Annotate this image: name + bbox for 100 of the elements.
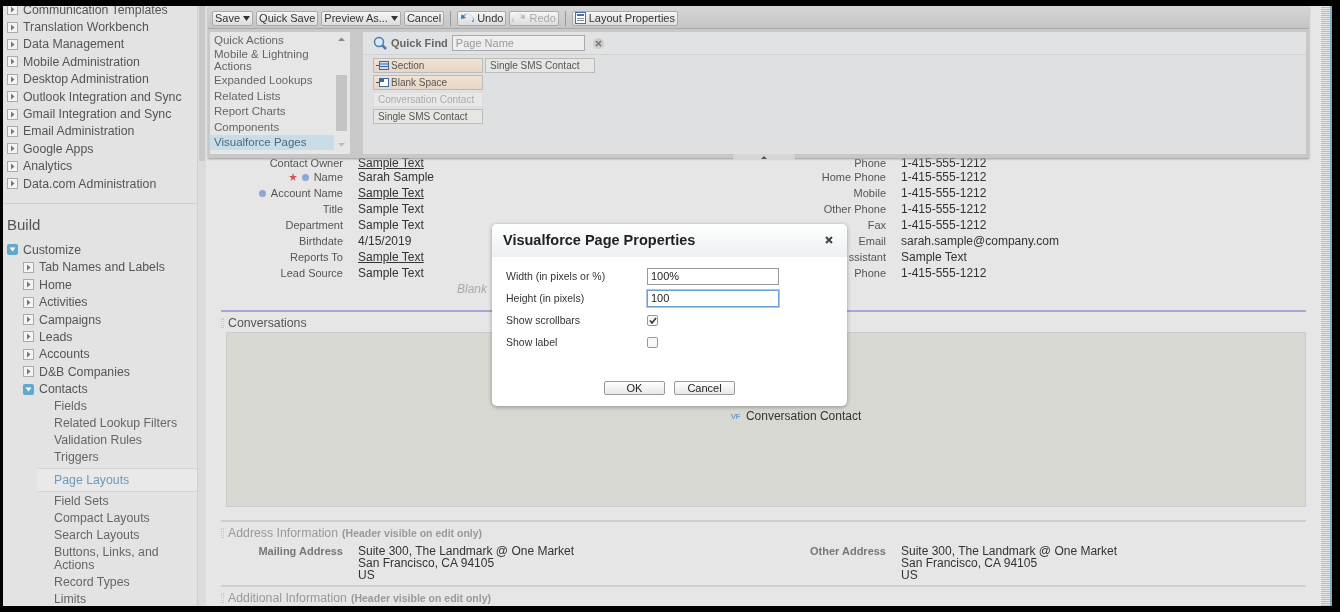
tree-item-label[interactable]: Analytics bbox=[23, 159, 73, 174]
toolbar-button[interactable]: Undo bbox=[457, 10, 507, 26]
tree-item-label[interactable]: Activities bbox=[39, 295, 88, 310]
tree-item-label[interactable]: Mobile Administration bbox=[23, 54, 140, 69]
field-label: Phone bbox=[854, 158, 886, 169]
tree-item[interactable]: Buttons, Links, and Actions bbox=[39, 543, 166, 574]
field-label: Birthdate bbox=[298, 234, 343, 249]
tree-item-label[interactable]: Email Administration bbox=[23, 124, 135, 139]
tree-item[interactable]: Record Types bbox=[39, 573, 197, 591]
tree-item-label[interactable]: Accounts bbox=[39, 347, 90, 362]
field-label: Account Name bbox=[270, 186, 343, 201]
tree-item-label[interactable]: Google Apps bbox=[23, 141, 94, 156]
category-item[interactable]: Components bbox=[210, 119, 334, 135]
tree-item-label[interactable]: Data.com Administration bbox=[23, 176, 157, 191]
field-label: Phone bbox=[854, 266, 886, 281]
field-label: Fax bbox=[867, 218, 886, 233]
page-type-label: VF bbox=[730, 411, 740, 421]
layout-icon bbox=[574, 12, 586, 24]
caret-icon bbox=[243, 15, 251, 21]
section-note: (Header visible on edit only) bbox=[342, 526, 483, 539]
field-label: ssistant bbox=[848, 250, 886, 265]
category-item[interactable]: Mobile & Lightning Actions bbox=[210, 47, 334, 73]
tree-item[interactable]: Compact Layouts bbox=[39, 509, 197, 527]
tree-item-label[interactable]: Translation Workbench bbox=[23, 20, 149, 35]
dialog-button[interactable]: Cancel bbox=[674, 381, 735, 395]
search-field[interactable]: Page Name bbox=[451, 35, 585, 51]
category-item[interactable]: Visualforce Pages bbox=[210, 134, 334, 150]
category-item[interactable]: Quick Actions bbox=[210, 32, 334, 48]
field-link[interactable]: Sample Text bbox=[358, 250, 424, 264]
tree-item-label[interactable]: Data Management bbox=[23, 37, 125, 52]
tree-item-label[interactable]: Contacts bbox=[39, 382, 88, 397]
field-value: 1-415-555-1212 bbox=[901, 266, 987, 280]
palette-item[interactable]: Section bbox=[373, 58, 483, 73]
field-label: Other Address bbox=[809, 545, 886, 559]
dropdown-button[interactable]: Save bbox=[212, 10, 254, 26]
section-note: (Header visible on edit only) bbox=[350, 591, 491, 604]
dropdown-button[interactable]: Preview As... bbox=[321, 10, 401, 26]
tree-item[interactable]: Field Sets bbox=[39, 492, 197, 510]
tree-item-label[interactable]: Outlook Integration and Sync bbox=[23, 89, 182, 104]
dialog-button[interactable]: OK bbox=[604, 381, 665, 395]
input-field[interactable]: 100 bbox=[647, 289, 779, 307]
tree-item-label[interactable]: Home bbox=[39, 277, 72, 292]
close-icon[interactable] bbox=[825, 236, 833, 244]
field-value: 1-415-555-1212 bbox=[901, 218, 987, 232]
field-label: Contact Owner bbox=[269, 158, 343, 169]
tree-item[interactable]: Related Lookup Filters bbox=[39, 414, 197, 432]
category-item[interactable]: Related Lists bbox=[210, 88, 334, 104]
tree-item[interactable]: Search Layouts bbox=[39, 526, 197, 544]
tree-item-label[interactable]: Campaigns bbox=[39, 312, 102, 327]
tree-item[interactable]: Triggers bbox=[39, 448, 197, 466]
field-label: Name bbox=[313, 170, 343, 185]
tree-item-label[interactable]: Tab Names and Labels bbox=[39, 260, 165, 275]
field-value: 1-415-555-1212 bbox=[901, 156, 987, 170]
tree-item-label[interactable]: D&B Companies bbox=[39, 364, 130, 379]
field-label: Width (in pixels or %) bbox=[506, 270, 607, 282]
field-label: Mailing Address bbox=[257, 545, 343, 559]
category-item[interactable]: Expanded Lookups bbox=[210, 72, 334, 88]
tree-item[interactable]: Limits bbox=[39, 590, 197, 606]
field-value: Sample Text bbox=[901, 250, 967, 264]
section-title: Address Information bbox=[228, 525, 339, 540]
field-label: Email bbox=[858, 234, 886, 249]
tree-item-label[interactable]: Desktop Administration bbox=[23, 72, 149, 87]
tree-item-label[interactable]: Customize bbox=[23, 243, 82, 257]
field-label: Home Phone bbox=[821, 170, 886, 185]
field-value: 4/15/2019 bbox=[358, 234, 412, 248]
category-item[interactable]: Report Charts bbox=[210, 103, 334, 119]
field-value: Sample Text bbox=[358, 266, 424, 280]
palette-item[interactable]: Blank Space bbox=[373, 75, 483, 90]
address-value: Suite 300, The Landmark @ One Market San Francisco, CA 94105 US bbox=[901, 545, 1118, 584]
field-link[interactable]: Sample Text bbox=[358, 156, 424, 170]
toolbar-button[interactable]: Layout Properties bbox=[571, 10, 678, 26]
address-value: Suite 300, The Landmark @ One Market San Francisco, CA 94105 US bbox=[358, 545, 576, 584]
field-link[interactable]: Sample Text bbox=[358, 186, 424, 200]
clear-icon[interactable] bbox=[592, 37, 604, 49]
checkbox[interactable] bbox=[647, 336, 658, 348]
toolbar-button[interactable]: Quick Save bbox=[256, 10, 319, 26]
input-field[interactable]: 100% bbox=[647, 267, 779, 285]
palette-item[interactable]: Single SMS Contact bbox=[485, 58, 595, 73]
field-label: Department bbox=[285, 218, 343, 233]
tree-item-label[interactable]: Gmail Integration and Sync bbox=[23, 107, 172, 122]
redo-icon bbox=[512, 12, 527, 24]
palette-item[interactable]: Single SMS Contact bbox=[373, 109, 483, 124]
field-value: 1-415-555-1212 bbox=[901, 186, 987, 200]
field-value: Sample Text bbox=[358, 202, 424, 216]
field-label: Other Phone bbox=[823, 202, 886, 217]
field-label: Title bbox=[322, 202, 343, 217]
toolbar-button[interactable]: Cancel bbox=[403, 10, 445, 26]
placeholder-text: Blank bbox=[456, 282, 487, 296]
undo-icon bbox=[460, 12, 475, 24]
section-title: Additional Information bbox=[228, 590, 347, 605]
tree-item-label[interactable]: Leads bbox=[39, 329, 73, 344]
tree-item[interactable]: Fields bbox=[39, 397, 197, 415]
component-label[interactable]: Conversation Contact bbox=[745, 409, 862, 423]
section-title: Conversations bbox=[228, 315, 307, 330]
section-heading: Build bbox=[6, 215, 42, 236]
caret-icon bbox=[390, 15, 398, 21]
checkbox[interactable] bbox=[647, 314, 658, 326]
tree-item[interactable]: Validation Rules bbox=[39, 431, 197, 449]
field-value: Sarah Sample bbox=[358, 170, 435, 184]
field-value: sarah.sample@company.com bbox=[901, 234, 1060, 248]
